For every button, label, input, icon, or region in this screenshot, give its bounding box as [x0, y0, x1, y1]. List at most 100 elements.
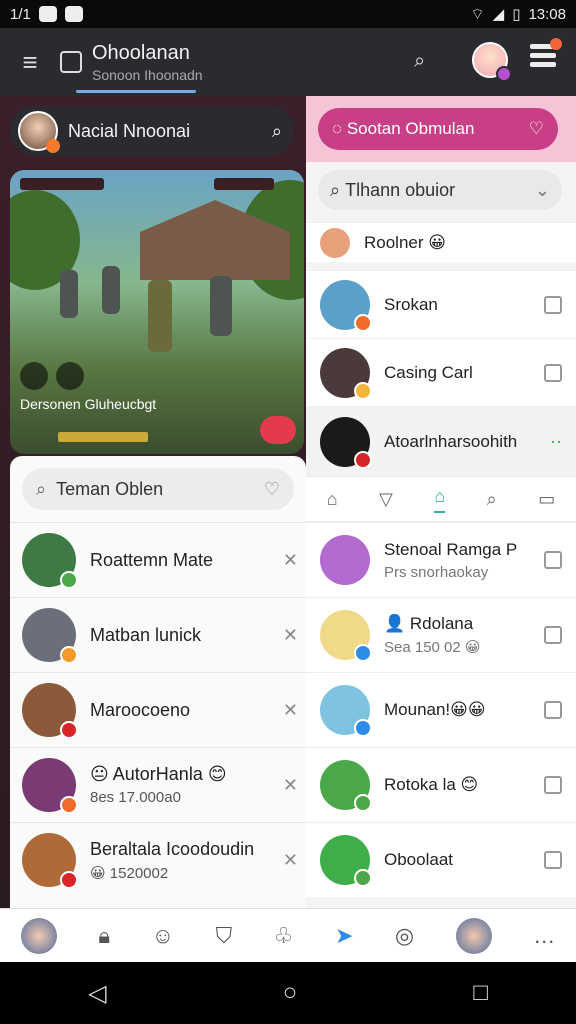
room-row[interactable]: Srokan: [306, 270, 576, 338]
friend-text: Beraltala Icoodoudin 😀 1520002: [90, 839, 283, 882]
send-icon[interactable]: ➤: [335, 923, 353, 949]
share-icon[interactable]: [544, 363, 562, 382]
face-icon[interactable]: ☺: [152, 923, 174, 949]
friend-name: Maroocoeno: [90, 699, 191, 720]
share-icon[interactable]: [544, 551, 562, 569]
room-row[interactable]: Rotoka la 😊: [306, 747, 576, 822]
friends-search-text: Teman Oblen: [56, 478, 164, 499]
right-pane: ◌ Sootan Obmulan ♡ ⌕ Tlhann obuior ⌄ Roo…: [306, 96, 576, 908]
room-avatar: [320, 535, 370, 585]
room-header[interactable]: ◌ Sootan Obmulan ♡: [318, 108, 558, 150]
back-icon[interactable]: ◁: [88, 979, 106, 1008]
app-subtitle: Sonoon Ihoonadn: [92, 66, 203, 83]
friend-name: Matban lunick: [90, 624, 202, 645]
close-icon[interactable]: ✕: [283, 550, 298, 571]
profile-avatar[interactable]: [472, 42, 512, 82]
share-icon[interactable]: [544, 295, 562, 314]
home-tab-icon[interactable]: ⌂: [327, 489, 338, 510]
game-controls: [20, 362, 84, 390]
room-text: Stenoal Ramga P Prs snorhaokay: [384, 540, 544, 581]
room-row[interactable]: 👤 Rdolana Sea 150 02 😀: [306, 597, 576, 672]
filter-tab-icon[interactable]: ▽: [379, 489, 393, 510]
room-search[interactable]: ⌕ Tlhann obuior ⌄: [318, 170, 562, 210]
heart-icon[interactable]: ♡: [529, 119, 544, 139]
friend-row[interactable]: 😐 AutorHanla 😊 8es 17.000а0 ✕: [10, 747, 306, 822]
room-row[interactable]: Mounan!😀😀: [306, 672, 576, 747]
search-icon: ⌕: [330, 179, 346, 200]
hud-bar: [20, 178, 104, 190]
notification-dot: [496, 66, 512, 82]
card-tab-icon[interactable]: ▭: [538, 489, 555, 510]
more-icon[interactable]: …: [533, 923, 555, 949]
room-text: Oboolaat: [384, 850, 544, 870]
friend-row[interactable]: Maroocoeno ✕: [10, 672, 306, 747]
lock-icon[interactable]: 🔒︎: [98, 923, 110, 949]
friend-name: Beraltala Icoodoudin: [90, 838, 255, 859]
close-icon[interactable]: ✕: [283, 700, 298, 721]
layers-icon[interactable]: [530, 38, 562, 72]
room-name: Mounan!😀😀: [384, 700, 486, 719]
hud-bar: [214, 178, 274, 190]
room-row[interactable]: Roolner 😀: [306, 222, 576, 262]
friend-list: Roattemn Mate ✕ Matban lunick ✕ Maroocoe…: [10, 522, 306, 897]
friends-panel: ⌕ Teman Oblen ♡ Roattemn Mate ✕ Matban l…: [10, 456, 306, 908]
room-header-text: Sootan Obmulan: [346, 119, 475, 138]
badge-icon[interactable]: ⛉: [216, 923, 233, 949]
avatar-icon[interactable]: [56, 362, 84, 390]
profile-tab-avatar[interactable]: [20, 917, 57, 954]
search-tab-icon[interactable]: ⌕: [487, 489, 497, 510]
room-avatar: [320, 760, 372, 812]
search-icon[interactable]: ⌕: [414, 50, 425, 73]
share-icon[interactable]: [544, 626, 562, 644]
steering-icon[interactable]: ◎: [395, 923, 414, 949]
friend-avatar: [22, 758, 78, 814]
bag-tab-icon[interactable]: ⌂: [434, 486, 446, 513]
menu-icon[interactable]: ≡: [0, 47, 60, 78]
status-bar: 1/1 ⌔ ◢ ▯ 13:08: [0, 0, 576, 28]
friend-row[interactable]: Matban lunick ✕: [10, 597, 306, 672]
room-row[interactable]: Oboolaat: [306, 822, 576, 897]
wifi-icon: ⌔: [470, 5, 485, 23]
heart-icon[interactable]: ♡: [264, 479, 280, 500]
check-icon[interactable]: [20, 362, 48, 390]
room-name: 👤 Rdolana: [384, 614, 474, 633]
close-icon[interactable]: ✕: [283, 850, 298, 871]
search-icon[interactable]: ⌕: [272, 121, 282, 142]
soldier-figure: [60, 270, 78, 318]
room-text: Atoarlnharsoohith: [384, 432, 550, 452]
friend-row[interactable]: Roattemn Mate ✕: [10, 522, 306, 597]
room-avatar: [320, 835, 372, 887]
share-icon[interactable]: [544, 701, 562, 719]
friends-search[interactable]: ⌕ Teman Oblen ♡: [22, 468, 294, 510]
bottom-nav: 🔒︎ ☺ ⛉ ♧ ➤ ◎ …: [0, 908, 576, 962]
close-icon[interactable]: ✕: [283, 625, 298, 646]
friend-text: Roattemn Mate: [90, 550, 283, 571]
soldier-figure: [210, 276, 232, 336]
signal-icon: ◢: [492, 6, 505, 23]
share-icon[interactable]: [544, 851, 562, 869]
room-avatar: [320, 685, 372, 737]
profile-card[interactable]: Nacial Nnoonai ⌕: [10, 106, 294, 156]
room-text: Mounan!😀😀: [384, 700, 544, 720]
tab-underline: [76, 90, 196, 93]
room-text: Srokan: [384, 295, 544, 315]
room-row[interactable]: Casing Carl: [306, 338, 576, 406]
share-icon[interactable]: [544, 776, 562, 794]
home-circle-icon[interactable]: ○: [283, 979, 298, 1007]
friend-text: Maroocoeno: [90, 700, 283, 721]
friend-row[interactable]: Beraltala Icoodoudin 😀 1520002 ✕: [10, 822, 306, 897]
recent-apps-icon[interactable]: □: [473, 979, 488, 1007]
status-time-left: 1/1: [10, 5, 31, 23]
leaf-icon[interactable]: ♧: [274, 923, 294, 949]
room-text: 👤 Rdolana Sea 150 02 😀: [384, 614, 544, 656]
chat-icon: ◌: [332, 119, 347, 138]
home-icon[interactable]: [60, 51, 82, 73]
close-icon[interactable]: ✕: [283, 775, 298, 796]
user-avatar[interactable]: [455, 917, 492, 954]
record-button[interactable]: [260, 416, 296, 444]
friend-name: Roattemn Mate: [90, 549, 214, 570]
room-row[interactable]: Stenoal Ramga P Prs snorhaokay: [306, 522, 576, 597]
game-preview[interactable]: Dersonen Gluheucbgt: [10, 170, 304, 454]
room-row[interactable]: Atoarlnharsoohith ··: [306, 406, 576, 476]
chevron-down-icon[interactable]: ⌄: [535, 180, 550, 201]
